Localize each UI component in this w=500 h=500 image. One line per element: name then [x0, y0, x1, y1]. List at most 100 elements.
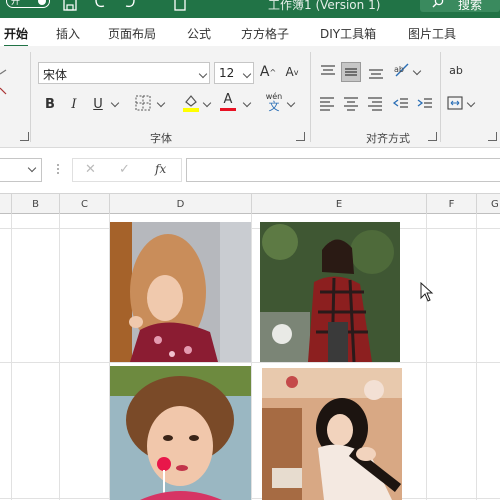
clipboard-icon[interactable] — [0, 66, 12, 106]
tab-insert[interactable]: 插入 — [56, 25, 80, 42]
formula-input[interactable] — [186, 158, 500, 182]
grid-line — [59, 214, 60, 500]
font-size-value: 12 — [219, 66, 235, 80]
column-header-f[interactable]: F — [427, 194, 477, 214]
grid-line — [251, 214, 252, 500]
chevron-down-icon[interactable] — [412, 66, 422, 76]
chevron-down-icon[interactable] — [286, 98, 296, 108]
svg-text:ab: ab — [394, 65, 404, 74]
font-name-select[interactable]: 宋体 — [38, 62, 210, 84]
group-separator — [30, 52, 31, 142]
wrap-text-label: ab — [449, 63, 463, 77]
chevron-down-icon[interactable] — [156, 98, 166, 108]
italic-label: I — [71, 96, 77, 112]
number-group-launcher[interactable] — [488, 132, 497, 141]
align-center-icon[interactable] — [342, 94, 360, 112]
bold-label: B — [45, 96, 55, 112]
fill-color-icon[interactable] — [182, 92, 200, 112]
ribbon-tabs: 开始 插入 页面布局 公式 方方格子 DIY工具箱 图片工具 — [0, 18, 500, 48]
tab-diy-toolbox[interactable]: DIY工具箱 — [320, 25, 376, 42]
title-bar: 开 工作簿1 (Version 1) 搜索 — [0, 0, 500, 18]
borders-icon[interactable] — [134, 94, 152, 112]
italic-button[interactable]: I — [64, 94, 84, 114]
photo-woman-kitchen[interactable] — [262, 368, 402, 500]
orientation-icon[interactable]: ab — [392, 60, 412, 80]
decrease-indent-icon[interactable] — [392, 94, 410, 112]
chevron-down-icon — [242, 69, 252, 79]
search-icon — [432, 0, 444, 8]
font-group-label: 字体 — [150, 132, 172, 145]
font-color-label: A — [223, 92, 233, 107]
font-color-button[interactable]: A — [218, 92, 238, 112]
alignment-group-label: 对齐方式 — [366, 132, 410, 145]
phonetic-button[interactable]: wén 文 — [264, 92, 284, 112]
photo-woman-lollipop[interactable] — [110, 366, 251, 500]
align-top-icon[interactable] — [318, 62, 338, 82]
photo-woman-leaning[interactable] — [110, 222, 251, 362]
shrink-font-label: A — [285, 65, 294, 79]
window-title: 工作簿1 (Version 1) — [268, 0, 381, 12]
column-header-a[interactable] — [0, 194, 12, 214]
undo-icon[interactable] — [92, 0, 108, 12]
font-name-value: 宋体 — [43, 68, 68, 82]
align-middle-button[interactable] — [341, 62, 361, 82]
search-label: 搜索 — [458, 0, 483, 12]
insert-function-button[interactable]: fx — [155, 162, 166, 176]
chevron-down-icon[interactable] — [242, 98, 252, 108]
tab-home[interactable]: 开始 — [4, 25, 29, 48]
save-icon[interactable] — [62, 0, 78, 12]
shrink-font-button[interactable]: Av — [282, 62, 302, 82]
group-separator — [310, 52, 311, 142]
bold-button[interactable]: B — [40, 94, 60, 114]
formula-bar: ✕ ✓ fx — [0, 148, 500, 194]
grid-line — [476, 214, 477, 500]
wrap-text-button[interactable]: ab — [446, 60, 466, 80]
chevron-down-icon[interactable] — [466, 98, 476, 108]
cancel-button[interactable]: ✕ — [85, 162, 96, 177]
autosave-toggle[interactable]: 开 — [6, 0, 50, 8]
drag-handle-icon[interactable] — [56, 162, 60, 176]
tab-formulas[interactable]: 公式 — [187, 25, 211, 42]
chevron-down-icon — [27, 163, 37, 173]
clipboard-launcher[interactable] — [20, 132, 29, 141]
underline-button[interactable]: U — [88, 94, 108, 114]
merge-center-icon[interactable] — [446, 94, 464, 112]
grid-line — [426, 214, 427, 500]
name-box[interactable] — [0, 158, 42, 182]
grid-line — [11, 214, 12, 500]
chevron-down-icon[interactable] — [202, 98, 212, 108]
tab-fangfang[interactable]: 方方格子 — [241, 25, 289, 42]
font-group-launcher[interactable] — [296, 132, 305, 141]
column-header-e[interactable]: E — [252, 194, 427, 214]
chevron-down-icon — [198, 69, 208, 79]
align-right-icon[interactable] — [366, 94, 384, 112]
print-preview-icon[interactable] — [172, 0, 188, 12]
chevron-down-icon[interactable] — [110, 98, 120, 108]
underline-label: U — [93, 96, 103, 112]
column-header-c[interactable]: C — [60, 194, 110, 214]
formula-buttons: ✕ ✓ fx — [72, 158, 182, 182]
ribbon: 宋体 12 A ^ Av B I U A wén 文 字体 ab 对齐方式 ab — [0, 46, 500, 148]
increase-indent-icon[interactable] — [416, 94, 434, 112]
grow-font-button[interactable]: A ^ — [258, 62, 278, 82]
grid-line — [0, 362, 500, 363]
redo-icon[interactable] — [122, 0, 138, 12]
autosave-knob — [38, 0, 46, 5]
enter-button[interactable]: ✓ — [119, 162, 130, 177]
autosave-label: 开 — [11, 0, 21, 7]
search-box[interactable]: 搜索 — [420, 0, 500, 12]
align-left-icon[interactable] — [318, 94, 336, 112]
group-separator — [440, 52, 441, 142]
align-bottom-icon[interactable] — [366, 62, 386, 82]
column-header-d[interactable]: D — [110, 194, 252, 214]
mouse-cursor-icon — [420, 282, 434, 302]
column-header-g[interactable]: G — [477, 194, 500, 214]
font-color-swatch — [220, 108, 236, 111]
column-header-row: B C D E F G — [0, 194, 500, 214]
alignment-group-launcher[interactable] — [428, 132, 437, 141]
font-size-select[interactable]: 12 — [214, 62, 254, 84]
tab-page-layout[interactable]: 页面布局 — [108, 25, 156, 42]
tab-picture-tools[interactable]: 图片工具 — [408, 25, 456, 42]
column-header-b[interactable]: B — [12, 194, 60, 214]
photo-woman-plaid-coat[interactable] — [260, 222, 400, 362]
